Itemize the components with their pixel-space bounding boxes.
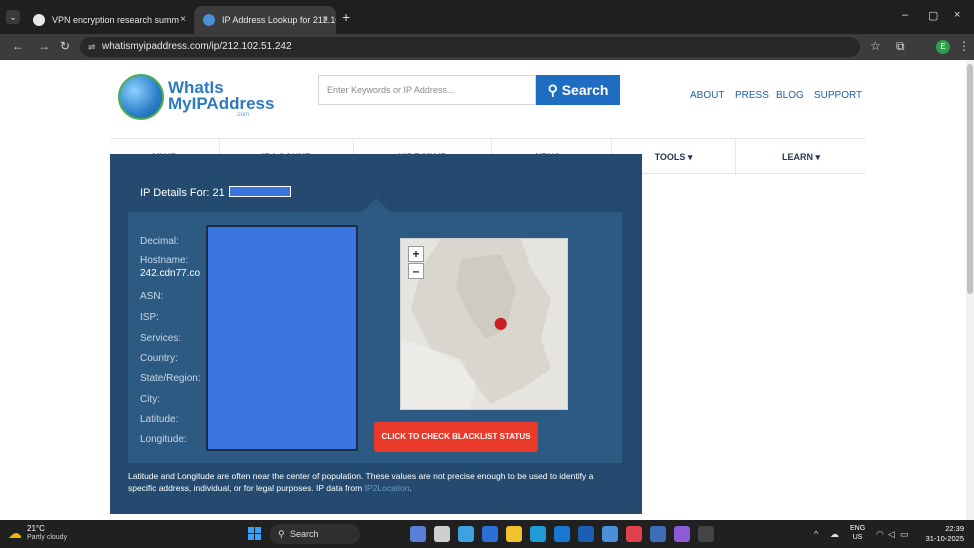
- url-text: whatismyipaddress.com/ip/212.102.51.242: [102, 41, 292, 52]
- browser-toolbar: ← → ↻ ⇌ whatismyipaddress.com/ip/212.102…: [0, 34, 974, 60]
- site-logo[interactable]: WhatIs MyIPAddress .com: [118, 72, 274, 122]
- link-about[interactable]: ABOUT: [690, 90, 724, 101]
- location-map[interactable]: [400, 238, 568, 410]
- zoom-in-button[interactable]: +: [408, 246, 424, 262]
- redaction-box: [229, 186, 291, 197]
- reload-icon[interactable]: ↻: [60, 39, 70, 53]
- forward-arrow-icon[interactable]: →: [38, 39, 50, 53]
- map-terrain: [401, 239, 551, 409]
- taskbar-search-label: Search: [290, 529, 319, 539]
- label-longitude: Longitude:: [140, 434, 187, 445]
- tab-title: IP Address Lookup for 212.102.: [222, 15, 336, 25]
- close-window-button[interactable]: ×: [954, 9, 960, 21]
- new-tab-button[interactable]: +: [342, 9, 350, 25]
- search-button[interactable]: ⚲ Search: [536, 75, 620, 105]
- wifi-icon[interactable]: ◠: [876, 529, 884, 540]
- battery-icon[interactable]: ▭: [900, 529, 909, 540]
- language-indicator[interactable]: ENG US: [850, 524, 865, 542]
- label-country: Country:: [140, 353, 178, 364]
- edge-icon[interactable]: [458, 526, 474, 542]
- security-icon[interactable]: [626, 526, 642, 542]
- label-asn: ASN:: [140, 291, 164, 302]
- clock-date: 31-10-2025: [925, 534, 964, 543]
- tab-ip-lookup[interactable]: IP Address Lookup for 212.102. ×: [194, 6, 336, 34]
- windows-taskbar: ☁ 21°C Partly cloudy ⚲ Search ^ ☁ ENG US…: [0, 520, 974, 548]
- blacklist-check-button[interactable]: CLICK TO CHECK BLACKLIST STATUS: [374, 422, 538, 452]
- settings-icon[interactable]: [650, 526, 666, 542]
- site-info-icon[interactable]: ⇌: [88, 37, 96, 57]
- search-input[interactable]: Enter Keywords or IP Address...: [318, 75, 536, 105]
- bookmark-star-icon[interactable]: ☆: [870, 39, 881, 53]
- logo-suffix: .com: [236, 112, 250, 118]
- address-bar[interactable]: ⇌ whatismyipaddress.com/ip/212.102.51.24…: [80, 37, 860, 57]
- profile-avatar[interactable]: E: [936, 40, 950, 54]
- zoom-out-button[interactable]: –: [408, 263, 424, 279]
- link-support[interactable]: SUPPORT: [814, 90, 862, 101]
- onedrive-icon[interactable]: ☁: [830, 529, 839, 540]
- ip2location-link[interactable]: IP2Location: [365, 483, 410, 493]
- close-tab-icon[interactable]: ×: [180, 6, 186, 34]
- weather-description[interactable]: Partly cloudy: [27, 534, 67, 541]
- volume-icon[interactable]: ◁: [888, 529, 895, 540]
- location-disclaimer: Latitude and Longitude are often near th…: [128, 470, 622, 494]
- extensions-icon[interactable]: ⧉: [896, 39, 905, 54]
- search-button-label: Search: [561, 82, 609, 98]
- panel-notch: [362, 198, 390, 212]
- widgets-icon[interactable]: [410, 526, 426, 542]
- label-state-region: State/Region:: [140, 373, 201, 384]
- link-press[interactable]: PRESS: [735, 90, 769, 101]
- vpn-icon[interactable]: [674, 526, 690, 542]
- restore-button[interactable]: ▢: [928, 9, 938, 22]
- label-hostname: Hostname:: [140, 255, 189, 266]
- label-latitude: Latitude:: [140, 414, 179, 425]
- minimize-button[interactable]: –: [902, 9, 908, 21]
- ip-details-title: IP Details For: 21: [140, 187, 225, 199]
- redaction-box: [206, 225, 358, 451]
- weather-temperature[interactable]: 21°C: [27, 524, 45, 533]
- link-blog[interactable]: BLOG: [776, 90, 804, 101]
- logo-text-line2: MyIPAddress: [168, 94, 275, 113]
- globe-icon: [203, 14, 215, 26]
- page-scrollbar[interactable]: [966, 60, 974, 520]
- nav-learn[interactable]: LEARN ▾: [736, 139, 866, 175]
- globe-icon: [118, 74, 164, 120]
- chatgpt-icon: [33, 14, 45, 26]
- tab-search-menu-icon[interactable]: ⌄: [6, 10, 20, 24]
- close-tab-icon[interactable]: ×: [322, 6, 328, 34]
- label-city: City:: [140, 394, 160, 405]
- file-explorer-icon[interactable]: [506, 526, 522, 542]
- region-code: US: [852, 534, 863, 541]
- browser-icon[interactable]: [530, 526, 546, 542]
- search-icon: ⚲: [547, 82, 558, 98]
- weather-icon[interactable]: ☁: [8, 525, 22, 542]
- browser-tab-strip: ⌄ VPN encryption research summ × IP Addr…: [0, 0, 974, 34]
- language-code: ENG: [850, 525, 866, 532]
- disclaimer-end: .: [409, 483, 412, 493]
- search-icon: ⚲: [278, 529, 285, 539]
- hp-icon[interactable]: [578, 526, 594, 542]
- taskbar-search[interactable]: ⚲ Search: [270, 524, 360, 544]
- label-services: Services:: [140, 333, 182, 344]
- browser-menu-icon[interactable]: ⋮: [958, 39, 970, 53]
- tab-vpn-research[interactable]: VPN encryption research summ ×: [24, 6, 194, 34]
- disclaimer-text: Latitude and Longitude are often near th…: [128, 471, 594, 493]
- tray-chevron-icon[interactable]: ^: [814, 529, 818, 539]
- store-icon[interactable]: [554, 526, 570, 542]
- back-arrow-icon[interactable]: ←: [12, 39, 24, 53]
- tab-title: VPN encryption research summ: [52, 15, 180, 25]
- hostname-value: 242.cdn77.co: [140, 268, 201, 279]
- app-icon[interactable]: [482, 526, 498, 542]
- label-decimal: Decimal:: [140, 236, 179, 247]
- map-pin-icon: ⬤: [494, 316, 508, 330]
- system-clock[interactable]: 22:39 31-10-2025: [912, 524, 964, 544]
- clock-time: 22:39: [945, 524, 964, 533]
- scrollbar-thumb[interactable]: [967, 64, 973, 294]
- windows-start-icon[interactable]: [248, 527, 262, 541]
- chrome-icon[interactable]: [602, 526, 618, 542]
- label-isp: ISP:: [140, 312, 159, 323]
- terminal-icon[interactable]: [698, 526, 714, 542]
- task-view-icon[interactable]: [434, 526, 450, 542]
